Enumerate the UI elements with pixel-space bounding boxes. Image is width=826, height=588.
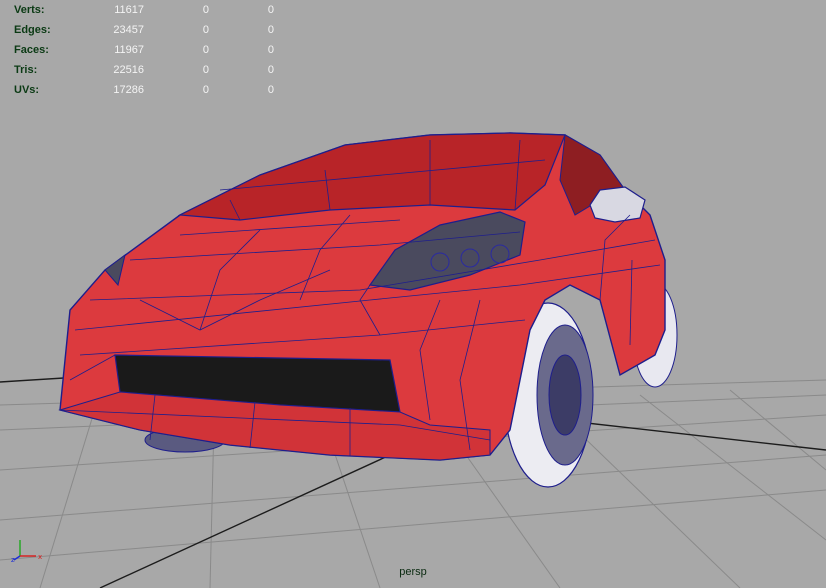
hud-row-edges: Edges: 23457 0 0 [14,20,274,40]
hud-value: 0 [202,24,209,36]
hud-value: 23457 [113,24,144,36]
side-mirror [589,186,646,223]
hud-value: 0 [267,4,274,16]
hud-value: 0 [202,4,209,16]
hud-value: 17286 [113,84,144,96]
hud-value: 22516 [113,64,144,76]
hud-value: 0 [267,44,274,56]
hud-label: UVs: [14,84,40,96]
car-mesh[interactable] [58,132,678,488]
hud-value: 11967 [114,44,144,56]
heads-up-display: Verts: 11617 0 0 Edges: 23457 0 0 Faces:… [14,0,274,100]
hud-value: 11617 [114,4,144,16]
camera-name-label: persp [399,566,427,578]
hud-label: Faces: [14,44,49,56]
axis-x-label: x [38,553,42,561]
hud-value: 0 [202,84,209,96]
hud-value: 0 [267,24,274,36]
hud-label: Verts: [14,4,45,16]
3d-viewport[interactable]: Verts: 11617 0 0 Edges: 23457 0 0 Faces:… [0,0,826,588]
hud-row-uvs: UVs: 17286 0 0 [14,80,274,100]
hud-value: 0 [202,44,209,56]
hud-value: 0 [267,84,274,96]
axis-z-label: z [11,556,15,564]
hud-label: Tris: [14,64,38,76]
hud-value: 0 [267,64,274,76]
hud-row-tris: Tris: 22516 0 0 [14,60,274,80]
hud-row-faces: Faces: 11967 0 0 [14,40,274,60]
hud-label: Edges: [14,24,51,36]
hud-value: 0 [202,64,209,76]
windshield [177,132,566,221]
axis-gizmo-icon: z x [11,540,42,564]
hud-row-verts: Verts: 11617 0 0 [14,0,274,20]
